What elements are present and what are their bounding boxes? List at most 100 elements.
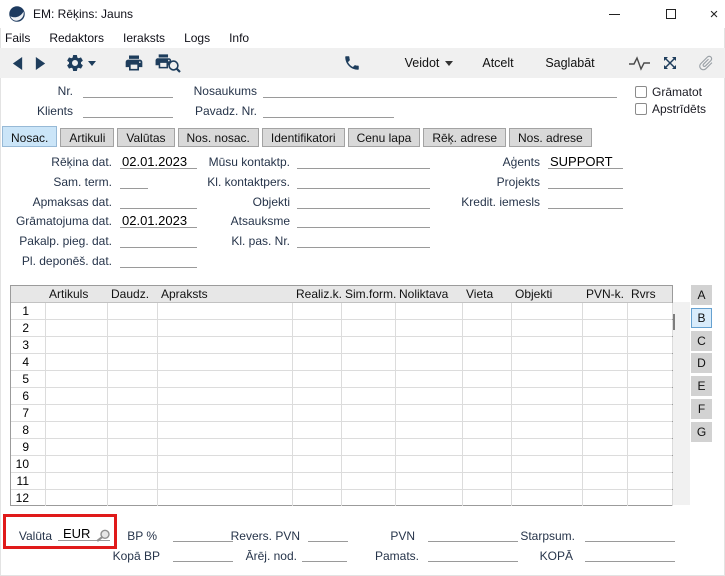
table-cell[interactable] — [158, 337, 293, 353]
table-cell[interactable] — [463, 320, 512, 336]
table-cell[interactable] — [583, 456, 628, 472]
table-cell[interactable] — [396, 320, 463, 336]
side-tab-b[interactable]: B — [691, 308, 712, 328]
table-cell[interactable] — [108, 473, 158, 489]
nosaukums-input[interactable] — [263, 83, 617, 98]
table-cell[interactable] — [293, 439, 342, 455]
table-cell[interactable] — [46, 354, 108, 370]
table-cell[interactable] — [463, 439, 512, 455]
table-cell[interactable] — [293, 405, 342, 421]
table-cell[interactable] — [46, 320, 108, 336]
table-cell[interactable] — [342, 371, 396, 387]
table-cell[interactable] — [583, 337, 628, 353]
table-cell[interactable] — [512, 456, 583, 472]
table-cell[interactable] — [293, 422, 342, 438]
table-cell[interactable] — [342, 439, 396, 455]
table-cell[interactable] — [512, 303, 583, 319]
maximize-button[interactable] — [654, 0, 688, 28]
tab-cenu-lapa[interactable]: Cenu lapa — [348, 128, 421, 147]
print-button[interactable] — [121, 51, 147, 75]
tab-nos-adrese[interactable]: Nos. adrese — [509, 128, 592, 147]
table-cell[interactable] — [512, 439, 583, 455]
tab-nos-nosac[interactable]: Nos. nosac. — [178, 128, 259, 147]
table-cell[interactable] — [512, 473, 583, 489]
table-cell[interactable] — [396, 439, 463, 455]
phone-button[interactable] — [340, 52, 364, 74]
table-cell[interactable] — [158, 490, 293, 506]
pl-deponēš-dat-input[interactable] — [120, 253, 197, 268]
table-cell[interactable] — [628, 439, 673, 455]
print-preview-button[interactable] — [152, 51, 182, 75]
table-cell[interactable] — [293, 320, 342, 336]
table-cell[interactable] — [108, 490, 158, 506]
table-cell[interactable] — [583, 405, 628, 421]
bp-input[interactable] — [173, 527, 233, 542]
table-cell[interactable] — [583, 473, 628, 489]
table-cell[interactable] — [463, 303, 512, 319]
table-cell[interactable] — [628, 422, 673, 438]
table-cell[interactable] — [396, 405, 463, 421]
table-cell[interactable] — [463, 473, 512, 489]
table-cell[interactable] — [46, 371, 108, 387]
attachments-button[interactable] — [694, 52, 718, 74]
expand-button[interactable] — [659, 53, 681, 73]
table-cell[interactable] — [108, 405, 158, 421]
table-cell[interactable] — [628, 354, 673, 370]
nr-input[interactable] — [83, 83, 173, 98]
table-cell[interactable] — [158, 320, 293, 336]
kl-kontaktpers-input[interactable] — [297, 174, 430, 189]
table-cell[interactable] — [46, 490, 108, 506]
table-cell[interactable] — [628, 303, 673, 319]
table-cell[interactable] — [512, 422, 583, 438]
table-cell[interactable] — [293, 473, 342, 489]
save-button[interactable]: Saglabāt — [541, 52, 599, 74]
aģents-input[interactable]: SUPPORT — [548, 154, 623, 169]
table-cell[interactable] — [158, 354, 293, 370]
table-cell[interactable] — [512, 320, 583, 336]
table-cell[interactable] — [158, 388, 293, 404]
table-cell[interactable] — [342, 354, 396, 370]
side-tab-g[interactable]: G — [691, 422, 712, 442]
table-cell[interactable] — [463, 405, 512, 421]
starpsum-input[interactable] — [585, 527, 675, 542]
forward-button[interactable] — [29, 52, 51, 74]
menu-redaktors[interactable]: Redaktors — [46, 28, 114, 48]
grid-scrollbar-thumb[interactable] — [673, 314, 675, 330]
table-cell[interactable] — [342, 303, 396, 319]
table-cell[interactable] — [342, 337, 396, 353]
table-cell[interactable] — [108, 439, 158, 455]
table-cell[interactable] — [158, 371, 293, 387]
table-cell[interactable] — [396, 371, 463, 387]
table-cell[interactable] — [46, 303, 108, 319]
table-cell[interactable] — [463, 371, 512, 387]
table-cell[interactable] — [108, 371, 158, 387]
table-cell[interactable] — [342, 388, 396, 404]
table-cell[interactable] — [46, 388, 108, 404]
table-cell[interactable] — [108, 456, 158, 472]
table-cell[interactable] — [583, 439, 628, 455]
table-cell[interactable] — [628, 456, 673, 472]
table-cell[interactable] — [583, 371, 628, 387]
sam-term-input[interactable] — [120, 174, 148, 189]
side-tab-a[interactable]: A — [691, 285, 712, 305]
table-cell[interactable] — [158, 473, 293, 489]
table-cell[interactable] — [628, 388, 673, 404]
kl-pas-nr-input[interactable] — [297, 233, 430, 248]
table-cell[interactable] — [463, 456, 512, 472]
table-cell[interactable] — [108, 303, 158, 319]
menu-info[interactable]: Info — [226, 28, 259, 48]
revers-pvn-input[interactable] — [308, 527, 348, 542]
tab-nosac[interactable]: Nosac. — [2, 126, 57, 147]
table-cell[interactable] — [396, 473, 463, 489]
tab-valūtas[interactable]: Valūtas — [117, 128, 174, 147]
kopā-bp-input[interactable] — [173, 547, 233, 562]
table-cell[interactable] — [342, 456, 396, 472]
apstridets-checkbox[interactable] — [635, 103, 647, 115]
table-cell[interactable] — [512, 388, 583, 404]
table-cell[interactable] — [158, 456, 293, 472]
side-tab-c[interactable]: C — [691, 331, 712, 351]
table-cell[interactable] — [342, 422, 396, 438]
ārēj-nod-input[interactable] — [302, 547, 347, 562]
mūsu-kontaktp-input[interactable] — [297, 154, 430, 169]
table-cell[interactable] — [396, 422, 463, 438]
